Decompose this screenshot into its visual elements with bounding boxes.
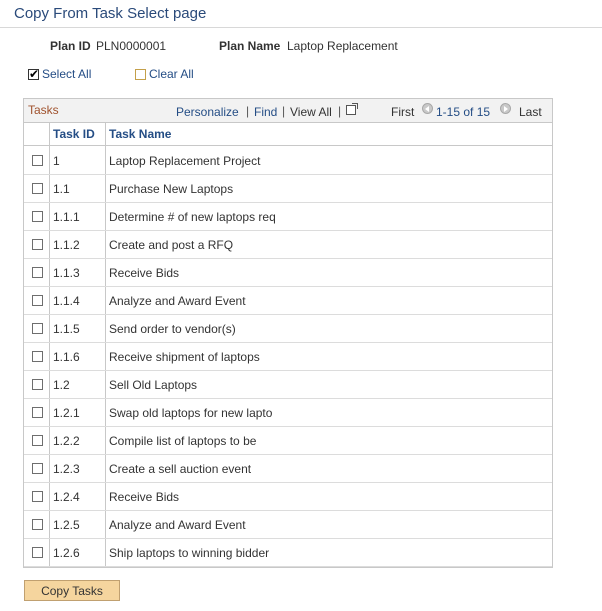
task-id-cell: 1.1.6 <box>53 350 80 364</box>
plan-id-label: Plan ID <box>50 39 91 53</box>
row-range: 1-15 of 15 <box>436 105 491 119</box>
column-header-row <box>24 123 552 146</box>
task-name-cell: Determine # of new laptops req <box>109 210 276 224</box>
table-row: 1 Laptop Replacement Project <box>24 147 552 175</box>
clear-all-checkbox-icon <box>135 69 146 81</box>
row-select-checkbox[interactable] <box>32 183 43 194</box>
tasks-grid: Tasks Personalize | Find | View All | Fi… <box>23 98 553 568</box>
task-name-cell: Swap old laptops for new lapto <box>109 406 273 420</box>
title-divider <box>0 27 602 28</box>
row-select-checkbox[interactable] <box>32 463 43 474</box>
table-row: 1.1 Purchase New Laptops <box>24 175 552 203</box>
table-row: 1.1.4 Analyze and Award Event <box>24 287 552 315</box>
last-link[interactable]: Last <box>519 105 542 119</box>
row-select-checkbox[interactable] <box>32 519 43 530</box>
task-id-cell: 1.1.4 <box>53 294 80 308</box>
table-row: 1.2.6 Ship laptops to winning bidder <box>24 539 552 567</box>
view-all-link[interactable]: View All <box>290 105 332 119</box>
task-id-cell: 1.1 <box>53 182 70 196</box>
column-header-task-id[interactable]: Task ID <box>53 123 95 146</box>
task-id-cell: 1.2.5 <box>53 518 80 532</box>
clear-all-label: Clear All <box>149 67 194 81</box>
grid-title: Tasks <box>28 103 59 117</box>
table-row: 1.2.1 Swap old laptops for new lapto <box>24 399 552 427</box>
row-select-checkbox[interactable] <box>32 323 43 334</box>
copy-tasks-button[interactable]: Copy Tasks <box>24 580 120 601</box>
column-header-task-name[interactable]: Task Name <box>109 123 171 146</box>
select-all-label: Select All <box>42 67 92 81</box>
table-row: 1.1.6 Receive shipment of laptops <box>24 343 552 371</box>
row-select-checkbox[interactable] <box>32 407 43 418</box>
table-row: 1.2.2 Compile list of laptops to be <box>24 427 552 455</box>
plan-id-value: PLN0000001 <box>96 39 167 53</box>
task-id-cell: 1.2.2 <box>53 434 80 448</box>
plan-name-label: Plan Name <box>219 39 281 53</box>
task-name-cell: Receive Bids <box>109 490 180 504</box>
row-select-checkbox[interactable] <box>32 435 43 446</box>
task-id-cell: 1.1.2 <box>53 238 80 252</box>
row-select-checkbox[interactable] <box>32 295 43 306</box>
table-row: 1.2.3 Create a sell auction event <box>24 455 552 483</box>
task-name-cell: Receive Bids <box>109 266 180 280</box>
task-id-cell: 1.2.4 <box>53 490 80 504</box>
next-page-icon[interactable] <box>500 103 511 114</box>
row-select-checkbox[interactable] <box>32 547 43 558</box>
table-row: 1.2.5 Analyze and Award Event <box>24 511 552 539</box>
page-title: Copy From Task Select page <box>14 5 207 22</box>
table-row: 1.1.3 Receive Bids <box>24 259 552 287</box>
task-id-cell: 1 <box>53 154 60 168</box>
task-name-cell: Send order to vendor(s) <box>109 322 236 336</box>
row-select-checkbox[interactable] <box>32 155 43 166</box>
previous-page-icon[interactable] <box>422 103 433 114</box>
select-all-link[interactable]: Select All <box>28 67 91 81</box>
task-name-cell: Purchase New Laptops <box>109 182 234 196</box>
toolbar-separator: | <box>246 104 250 118</box>
task-id-cell: 1.2 <box>53 378 70 392</box>
table-row: 1.1.2 Create and post a RFQ <box>24 231 552 259</box>
task-name-cell: Create a sell auction event <box>109 462 252 476</box>
first-link[interactable]: First <box>391 105 414 119</box>
task-id-cell: 1.2.1 <box>53 406 80 420</box>
grid-toolbar: Tasks Personalize | Find | View All | Fi… <box>24 99 552 123</box>
table-row: 1.1.1 Determine # of new laptops req <box>24 203 552 231</box>
toolbar-separator: | <box>282 104 286 118</box>
select-all-checkbox-icon <box>28 67 39 81</box>
toolbar-separator: | <box>338 104 342 118</box>
task-name-cell: Create and post a RFQ <box>109 238 234 252</box>
task-id-cell: 1.2.3 <box>53 462 80 476</box>
task-id-cell: 1.1.3 <box>53 266 80 280</box>
task-name-cell: Laptop Replacement Project <box>109 154 261 168</box>
plan-name-value: Laptop Replacement <box>287 39 398 53</box>
row-select-checkbox[interactable] <box>32 379 43 390</box>
row-select-checkbox[interactable] <box>32 239 43 250</box>
task-name-cell: Sell Old Laptops <box>109 378 198 392</box>
task-name-cell: Ship laptops to winning bidder <box>109 546 270 560</box>
find-link[interactable]: Find <box>254 105 277 119</box>
task-name-cell: Receive shipment of laptops <box>109 350 260 364</box>
table-row: 1.2.4 Receive Bids <box>24 483 552 511</box>
task-name-cell: Analyze and Award Event <box>109 518 246 532</box>
task-name-cell: Analyze and Award Event <box>109 294 246 308</box>
clear-all-link[interactable]: Clear All <box>135 67 194 81</box>
table-row: 1.2 Sell Old Laptops <box>24 371 552 399</box>
task-id-cell: 1.2.6 <box>53 546 80 560</box>
row-select-checkbox[interactable] <box>32 211 43 222</box>
new-window-icon[interactable] <box>346 103 358 115</box>
task-id-cell: 1.1.1 <box>53 210 80 224</box>
row-select-checkbox[interactable] <box>32 491 43 502</box>
task-name-cell: Compile list of laptops to be <box>109 434 257 448</box>
table-row: 1.1.5 Send order to vendor(s) <box>24 315 552 343</box>
row-select-checkbox[interactable] <box>32 351 43 362</box>
row-select-checkbox[interactable] <box>32 267 43 278</box>
task-id-cell: 1.1.5 <box>53 322 80 336</box>
personalize-link[interactable]: Personalize <box>176 105 239 119</box>
